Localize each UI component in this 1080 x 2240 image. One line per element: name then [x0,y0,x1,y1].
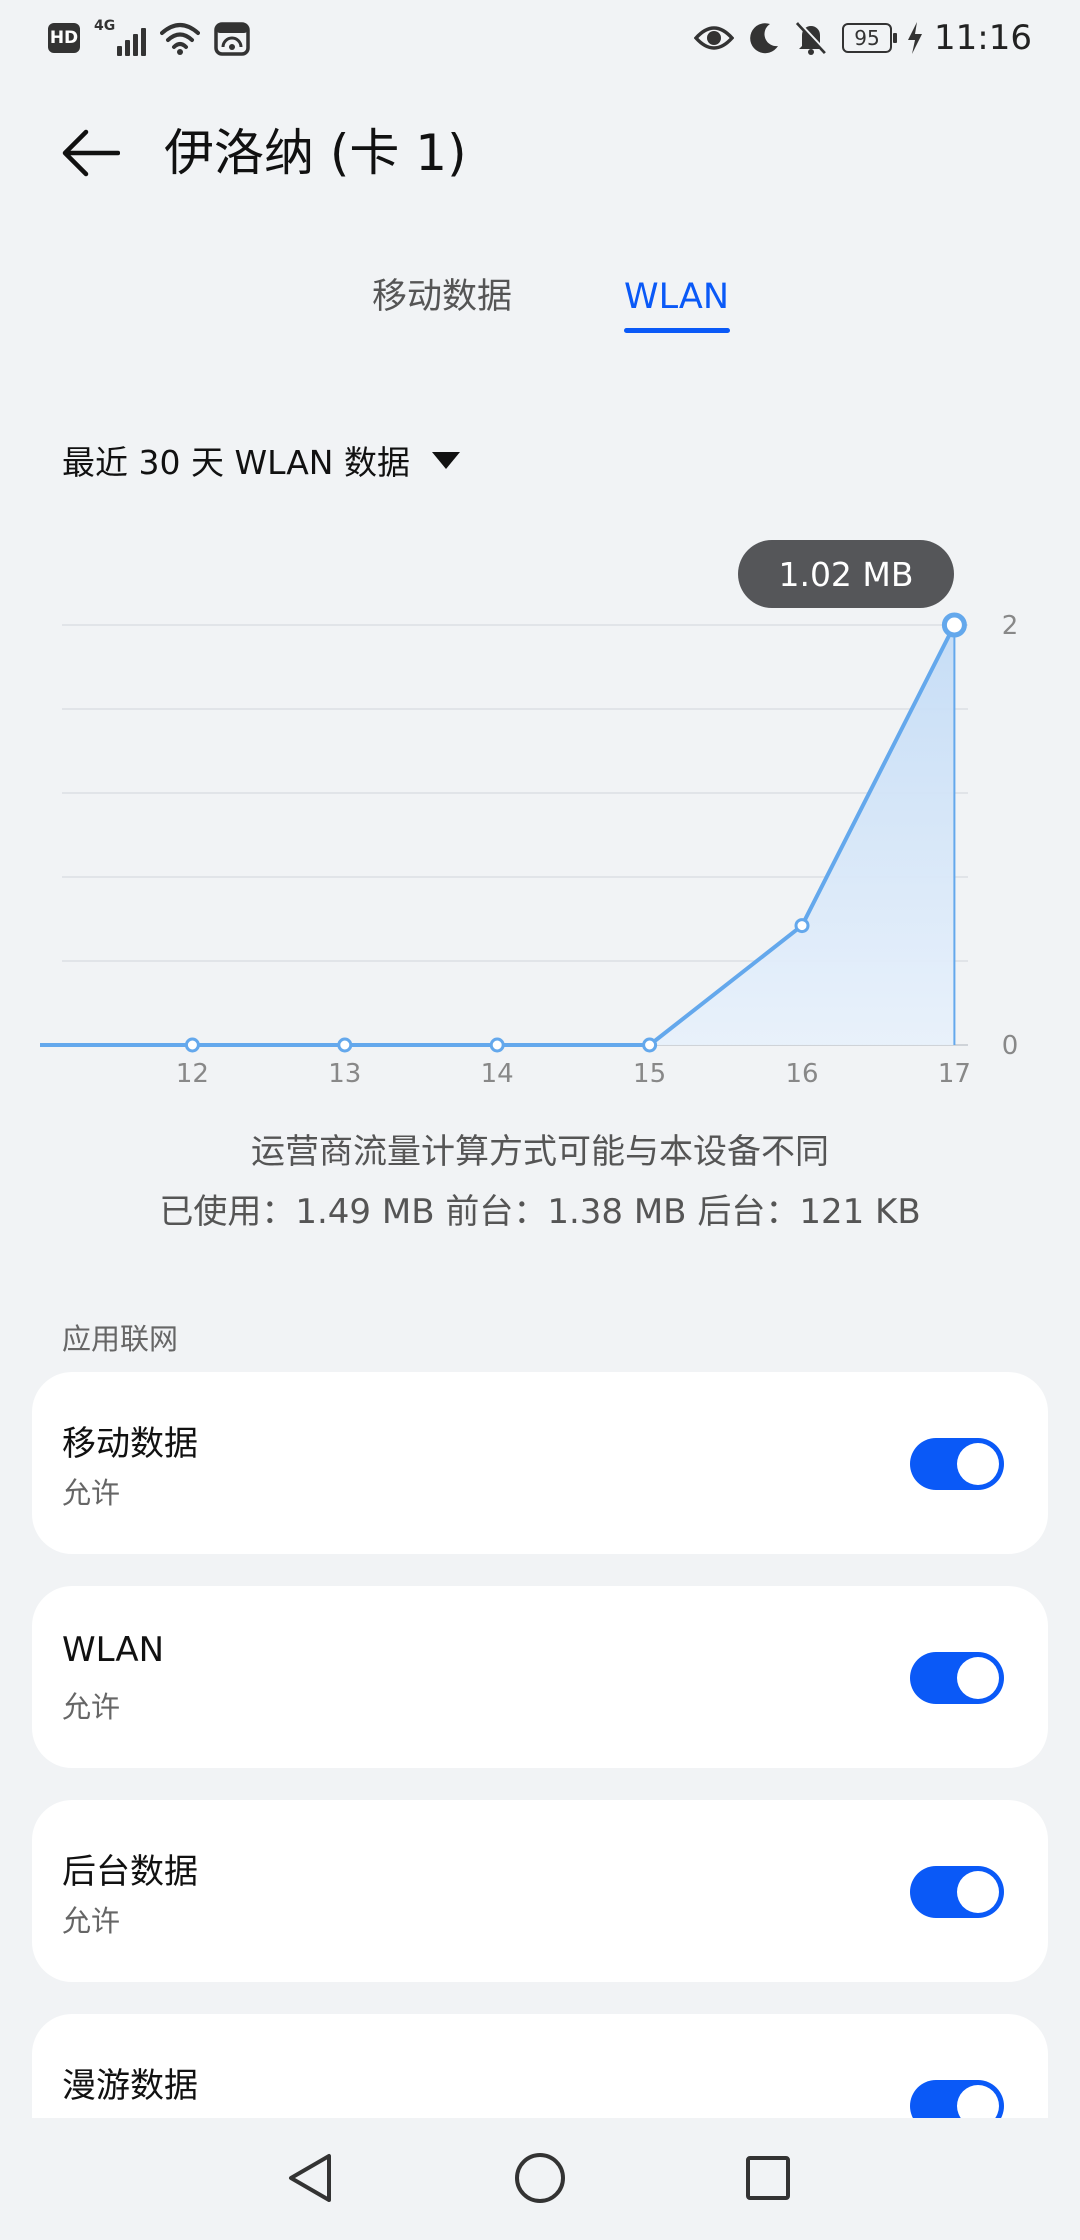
chart-point [941,612,967,638]
setting-card-roaming-data[interactable]: 漫游数据 [32,2014,1048,2118]
chart-point [794,918,810,934]
setting-title: 后台数据 [62,1852,198,1892]
range-label: 最近 30 天 WLAN 数据 [62,443,410,482]
mobile-data-toggle[interactable] [910,1438,1004,1490]
usage-summary: 已使用：1.49 MB 前台：1.38 MB 后台：121 KB [159,1192,921,1232]
x-tick-label: 14 [481,1059,514,1089]
usage-chart[interactable]: 12 13 14 15 16 17 0 2 [0,530,1080,1100]
chart-tooltip: 1.02 MB [738,540,954,608]
chart-area [40,625,955,1045]
nav-back-button[interactable] [278,2146,342,2210]
active-tab-indicator [624,328,730,333]
chart-point [337,1037,353,1053]
setting-title: 移动数据 [62,1424,198,1464]
chart-point [184,1037,200,1053]
setting-card-wlan[interactable]: WLAN 允许 [32,1586,1048,1768]
recents-square-icon [746,2156,790,2200]
toggle-knob [957,1871,999,1913]
carrier-disclaimer: 运营商流量计算方式可能与本设备不同 [251,1132,829,1172]
page-title: 伊洛纳 (卡 1) [164,124,467,182]
x-tick-label: 17 [938,1059,971,1089]
scroll-content[interactable]: 伊洛纳 (卡 1) 移动数据 WLAN 最近 30 天 WLAN 数据 12 13… [0,0,1080,2118]
setting-subtitle: 允许 [62,1476,121,1510]
chart-point [642,1037,658,1053]
toggle-knob [957,1443,999,1485]
setting-subtitle: 允许 [62,1904,121,1938]
roaming-data-toggle[interactable] [910,2080,1004,2118]
background-data-toggle[interactable] [910,1866,1004,1918]
setting-card-background-data[interactable]: 后台数据 允许 [32,1800,1048,1982]
toggle-knob [957,2085,999,2118]
tab-mobile-data[interactable]: 移动数据 [372,272,512,322]
home-circle-icon [515,2153,565,2203]
range-selector[interactable]: 最近 30 天 WLAN 数据 [62,436,460,484]
back-triangle-icon [289,2154,331,2202]
chart-point [489,1037,505,1053]
x-tick-label: 15 [633,1059,666,1089]
tab-wlan[interactable]: WLAN [624,272,729,322]
wlan-toggle[interactable] [910,1652,1004,1704]
x-tick-label: 12 [176,1059,209,1089]
nav-home-button[interactable] [508,2146,572,2210]
x-tick-label: 13 [328,1059,361,1089]
y-tick-label: 0 [1002,1031,1019,1061]
navigation-bar [0,2118,1080,2240]
back-button[interactable] [56,118,126,188]
section-label: 应用联网 [62,1322,179,1356]
toggle-knob [957,1657,999,1699]
caret-down-icon [431,451,460,469]
arrow-left-icon [62,129,120,177]
setting-title: WLAN [62,1630,165,1670]
nav-recents-button[interactable] [736,2146,800,2210]
setting-title: 漫游数据 [62,2066,198,2106]
x-tick-label: 16 [785,1059,818,1089]
setting-subtitle: 允许 [62,1690,121,1724]
setting-card-mobile-data[interactable]: 移动数据 允许 [32,1372,1048,1554]
y-tick-label: 2 [1002,611,1019,641]
